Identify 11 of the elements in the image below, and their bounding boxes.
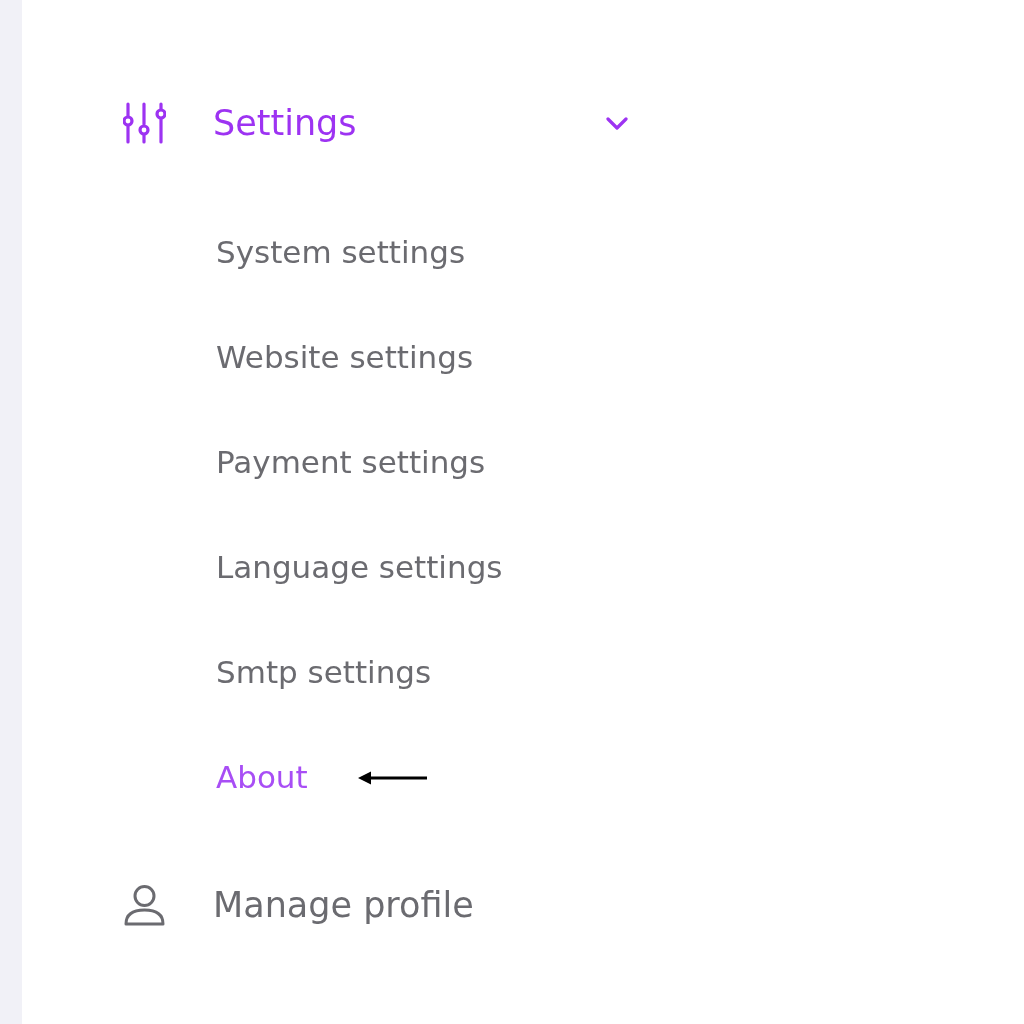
submenu-item[interactable]: About [216, 758, 308, 797]
submenu-item[interactable]: Language settings [216, 548, 503, 587]
submenu-item[interactable]: Payment settings [216, 443, 486, 482]
chevron-icon [606, 115, 628, 131]
user-icon [123, 884, 166, 926]
settings-menu-toggle[interactable]: Settings [22, 93, 634, 153]
submenu-item[interactable]: System settings [216, 233, 466, 272]
submenu-item[interactable]: Smtp settings [216, 653, 432, 692]
submenu-item[interactable]: Website settings [216, 338, 474, 377]
sliders-icon [123, 102, 166, 144]
sidebar-link[interactable]: Manage profile [22, 875, 634, 935]
